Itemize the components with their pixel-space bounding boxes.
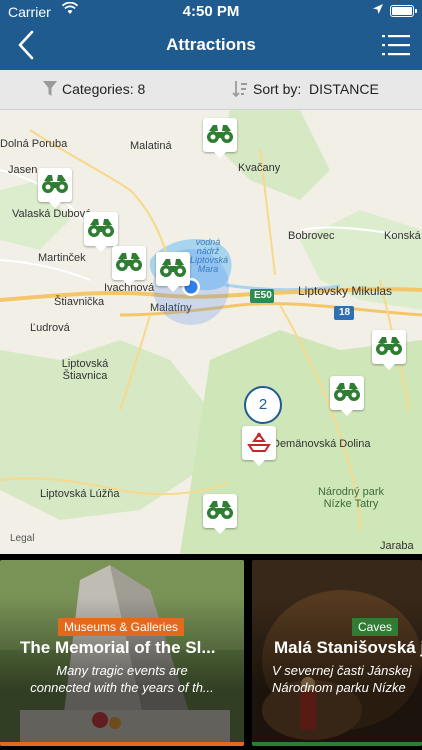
app-header: Carrier 4:50 PM Attractions [0,0,422,70]
place-label: Národný park Nízke Tatry [317,486,385,510]
attraction-marker[interactable] [84,212,118,252]
card-description: Many tragic events are connected with th… [0,662,244,696]
legal-link[interactable]: Legal [10,533,34,544]
place-label: Kvačany [238,162,281,174]
card-title: Malá Stanišovská j [274,638,422,657]
sort-icon[interactable] [232,80,248,98]
attraction-marker[interactable] [372,330,406,370]
attraction-card[interactable]: Caves Malá Stanišovská j V severnej čast… [252,560,422,746]
filter-bar: Categories: 8 Sort by: DISTANCE [0,70,422,110]
card-description-line: V severnej časti Jánskej [272,663,412,678]
sort-value: DISTANCE [309,81,379,97]
binoculars-icon [207,125,233,143]
restaurant-icon [247,432,271,452]
sort-label: Sort by: [253,81,302,97]
place-label: Valaská Dubová [12,208,92,220]
card-description-line: connected with the years of th... [30,680,214,695]
sort-control[interactable]: Sort by: DISTANCE [253,81,379,97]
place-label: Štiavnička [54,296,105,308]
clock: 4:50 PM [182,3,240,20]
attraction-marker[interactable] [112,246,146,286]
binoculars-icon [116,253,142,271]
place-label: Bobrovec [288,230,335,242]
page-title: Attractions [166,35,256,54]
restaurant-marker[interactable] [242,426,276,466]
binoculars-icon [160,259,186,277]
list-menu-button[interactable] [380,32,412,58]
location-arrow-icon [373,4,383,14]
place-label: Dolná Poruba [0,138,68,150]
place-label: Konská [384,230,421,242]
card-description-line: Národnom parku Nízke [272,680,406,695]
attraction-marker[interactable] [330,376,364,416]
card-description: V severnej časti Jánskej Národnom parku … [272,662,422,696]
marker-cluster[interactable]: 2 [244,386,282,424]
binoculars-icon [207,501,233,519]
category-label: Caves [358,620,393,634]
place-label: Liptovská Lúžňa [40,488,120,500]
binoculars-icon [376,337,402,355]
binoculars-icon [42,175,68,193]
place-label: Jasen [8,164,38,176]
category-badge: Caves [352,618,399,636]
status-bar: Carrier 4:50 PM [0,0,422,22]
card-description-line: Many tragic events are [56,663,188,678]
place-label: Malatiná [130,140,172,152]
attraction-marker[interactable] [203,494,237,534]
place-label: Jaraba [380,540,414,552]
attraction-marker[interactable] [203,118,237,158]
place-label: Demänovská Dolina [272,438,371,450]
attraction-card[interactable]: Museums & Galleries The Memorial of the … [0,560,244,746]
place-label: Martinček [38,252,86,264]
road-shield-18: 18 [339,307,351,318]
category-color-bar [0,742,244,746]
categories-filter[interactable]: Categories: 8 [62,81,145,97]
filter-icon[interactable] [42,80,58,98]
binoculars-icon [88,219,114,237]
card-title: The Memorial of the Sl... [20,638,216,657]
attraction-marker[interactable] [156,252,190,292]
place-label: Liptovská Štiavnica [61,358,109,382]
attraction-marker[interactable] [38,168,72,208]
road-shield-e50: E50 [254,290,272,301]
attraction-carousel[interactable]: Museums & Galleries The Memorial of the … [0,554,422,750]
category-label: Museums & Galleries [64,620,179,634]
category-color-bar [252,742,422,746]
map-view[interactable]: Malatiná Dolná Poruba Kvačany Jasen Vala… [0,110,422,554]
place-label: Liptovsky Mikulas [298,284,393,298]
binoculars-icon [334,383,360,401]
battery-icon [390,5,417,17]
place-label: Ľudrová [30,322,70,334]
category-badge: Museums & Galleries [58,618,185,636]
